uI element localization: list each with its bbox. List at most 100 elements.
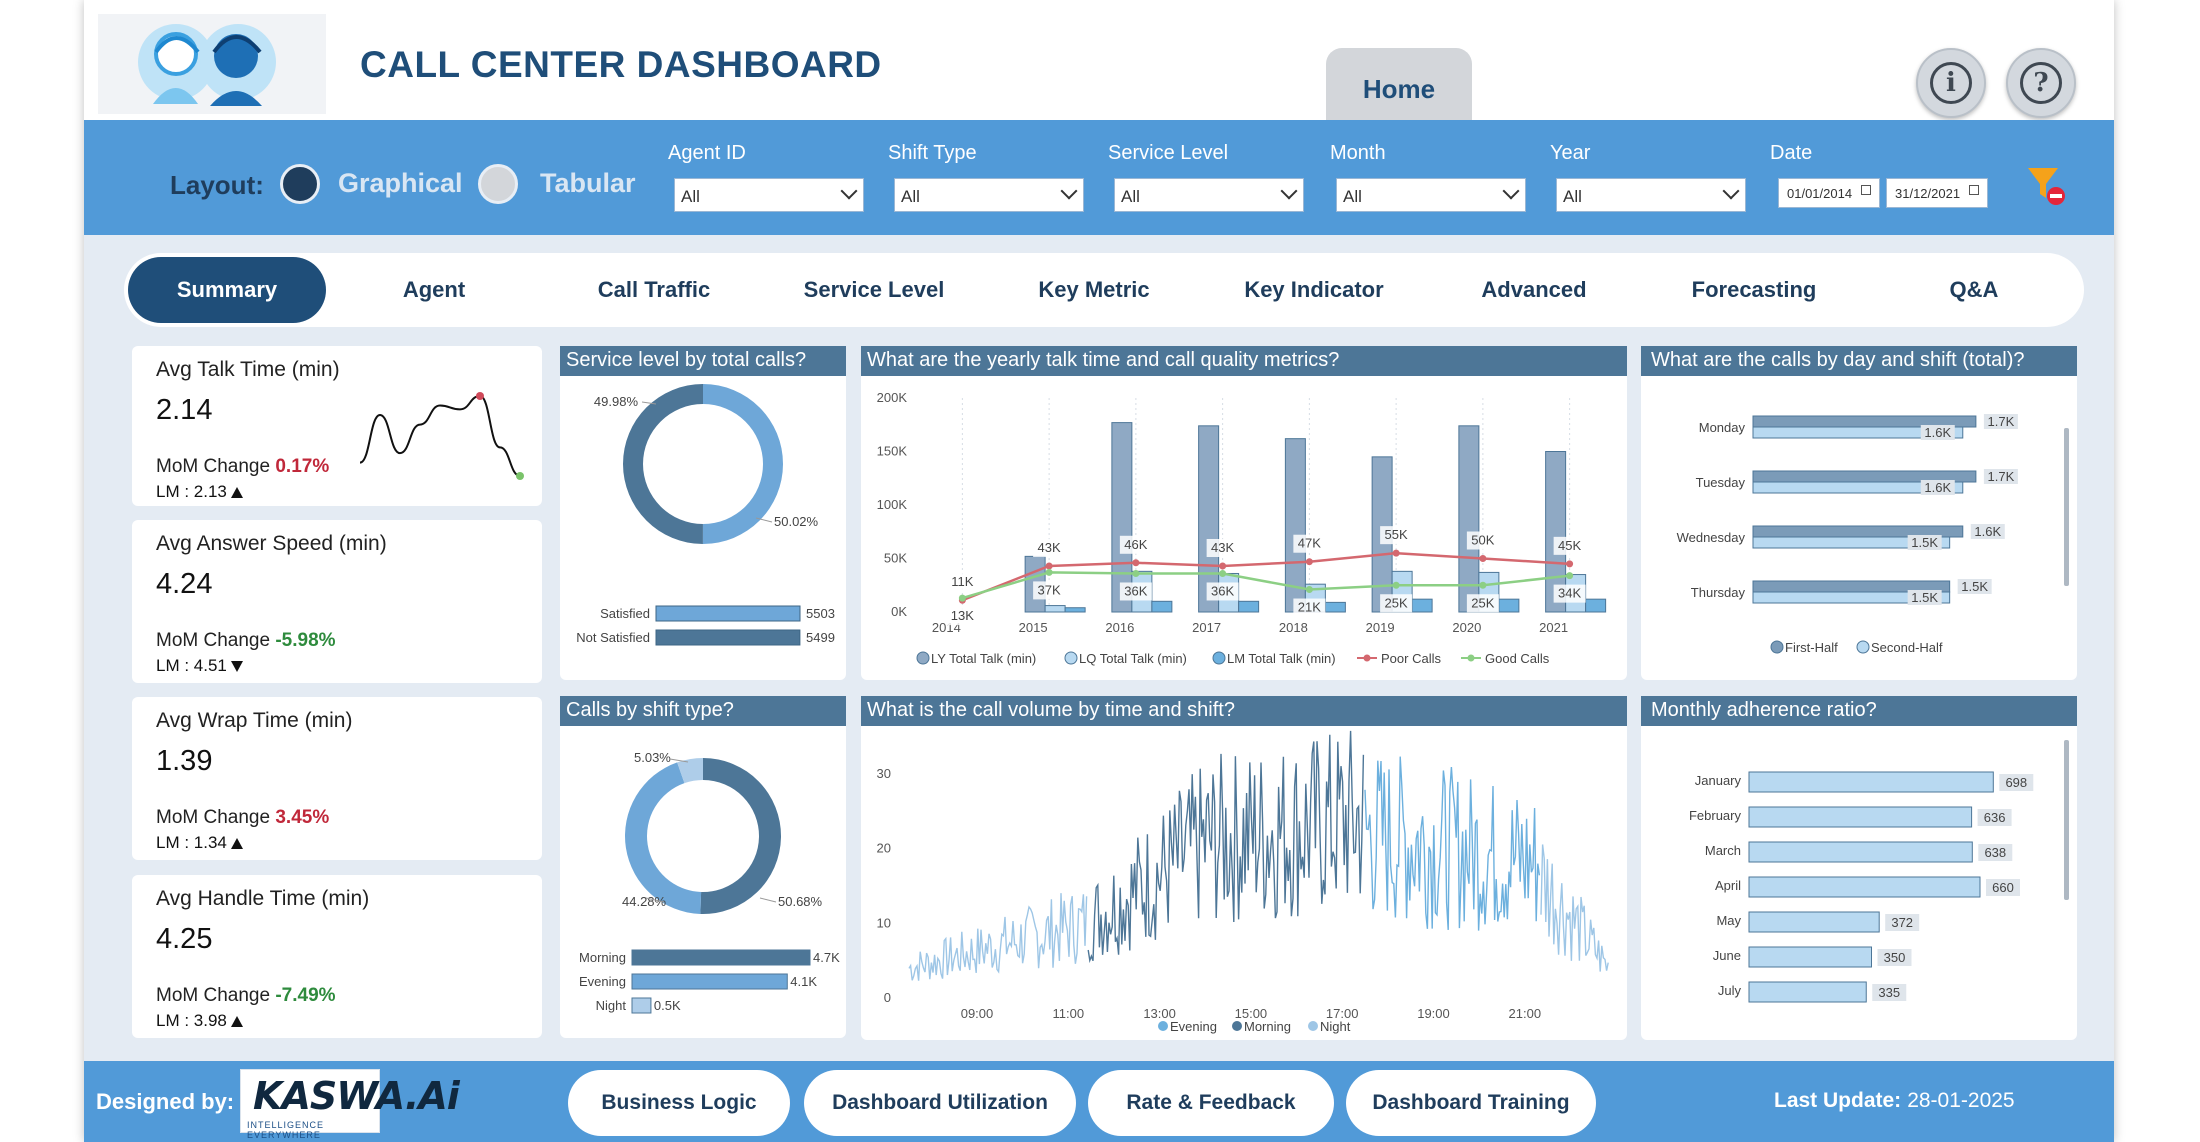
yearly-metrics-chart: 0K50K100K150K200K2014 2015 2016 2017 2018 201… [877,390,1607,666]
calendar-icon [1969,185,1979,195]
donut-label-morning: 50.68% [778,894,823,909]
legend-label: Night [1320,1019,1351,1034]
bar [1585,598,1607,613]
tab-key-metric[interactable]: Key Metric [994,253,1194,327]
info-button[interactable]: i [1916,48,1986,118]
tab-home[interactable]: Home [1326,48,1472,120]
x-tick-label: 2020 [1452,620,1481,635]
tab-summary[interactable]: Summary [128,257,326,323]
legend-marker [1212,651,1226,665]
tab-advanced[interactable]: Advanced [1434,253,1634,327]
kpi-change-value: 3.45% [275,807,330,828]
x-tick-label: 2015 [1019,620,1048,635]
legend-marker [1467,654,1475,662]
sparkline-last-point [516,472,524,480]
y-tick-label: 50K [884,551,907,566]
data-label: 636 [1984,810,2006,825]
bar-category-label: Tuesday [1696,475,1746,490]
bar-category-label: June [1713,948,1741,963]
layout-graphical-radio[interactable] [280,164,320,204]
bar-category-label: July [1718,983,1742,998]
trend-up-icon [230,1016,243,1028]
legend-label: Evening [1170,1019,1217,1034]
legend-marker [1856,640,1870,654]
data-label: 350 [1884,950,1906,965]
layout-tabular-label: Tabular [540,168,636,198]
data-label: 21K [1298,600,1321,615]
clear-filter-icon[interactable] [2024,164,2068,208]
bar [1748,806,1973,828]
bar-category-label: January [1695,773,1742,788]
data-label: 1.7K [1988,469,2015,484]
tab-qa[interactable]: Q&A [1874,253,2074,327]
x-tick-label: 09:00 [961,1006,994,1021]
kpi-card-talk-time: Avg Talk Time (min) 2.14 MoM Change 0.17… [132,346,542,506]
x-tick-label: 2017 [1192,620,1221,635]
kpi-card-wrap-time: Avg Wrap Time (min) 1.39 MoM Change 3.45… [132,697,542,860]
date-from-input[interactable]: 01/01/2014 [1778,178,1880,208]
layout-graphical-label: Graphical [338,168,463,198]
bar [1044,605,1066,613]
trend-up-icon [230,487,243,499]
layout-tabular-radio[interactable] [478,164,518,204]
bar [1748,981,1867,1003]
tab-forecasting[interactable]: Forecasting [1654,253,1854,327]
series-point [958,594,966,602]
year-select[interactable]: All [1556,178,1746,212]
data-label: 36K [1124,583,1147,598]
legend-label: Morning [1244,1019,1291,1034]
bar-value-label: 5503 [806,606,835,621]
shift-type-select[interactable]: All [894,178,1084,212]
data-label: 13K [951,608,974,623]
bar-category-label: May [1716,913,1741,928]
kpi-change: MoM Change -5.98% [156,630,336,652]
date-to-input[interactable]: 31/12/2021 [1886,178,1988,208]
y-tick-label: 10 [877,915,891,930]
series-point [1219,569,1227,577]
legend-marker [1308,1021,1318,1031]
kpi-last-month: LM : 2.13 [156,482,243,502]
data-label: 45K [1558,538,1581,553]
service-level-select[interactable]: All [1114,178,1304,212]
bar [1748,876,1981,898]
kpi-last-month: LM : 3.98 [156,1011,243,1031]
tab-call-traffic[interactable]: Call Traffic [554,253,754,327]
month-select[interactable]: All [1336,178,1526,212]
data-label: 1.6K [1924,480,1951,495]
date-to-value: 31/12/2021 [1895,186,1961,201]
service-level-chart: 49.98% 50.02% Satisfied 5503 Not Satisfied 54… [576,384,835,646]
legend-label: First-Half [1785,640,1838,655]
rate-feedback-button[interactable]: Rate & Feedback [1088,1070,1334,1136]
bar-category-label: Monday [1699,420,1746,435]
logo-text: KASWA.Ai [253,1074,460,1118]
app-logo [98,14,326,114]
bar [631,973,788,990]
kpi-value: 4.25 [156,923,213,955]
shift-type-label: Shift Type [888,142,977,164]
header: CALL CENTER DASHBOARD Home i ? [84,0,2114,120]
bar-category-label: Wednesday [1677,530,1746,545]
donut-label-satisfied: 50.02% [774,514,819,529]
tab-agent[interactable]: Agent [334,253,534,327]
dashboard-training-button[interactable]: Dashboard Training [1346,1070,1596,1136]
kaswa-logo: KASWA.Ai INTELLIGENCE EVERYWHERE [240,1069,460,1140]
data-label: 11K [951,574,973,589]
business-logic-button[interactable]: Business Logic [568,1070,790,1136]
bar [1748,946,1872,968]
help-button[interactable]: ? [2006,48,2076,118]
app-root: CALL CENTER DASHBOARD Home i ? Layout: G… [0,0,2200,1142]
dashboard-utilization-button[interactable]: Dashboard Utilization [804,1070,1076,1136]
series-point [1045,568,1053,576]
tab-key-indicator[interactable]: Key Indicator [1214,253,1414,327]
bar [1064,607,1086,613]
panel-title: What is the call volume by time and shif… [861,696,1627,726]
agent-id-select[interactable]: All [674,178,864,212]
tab-service-level[interactable]: Service Level [774,253,974,327]
kpi-change-label: MoM Change [156,807,271,828]
bar-category-label: Thursday [1691,585,1746,600]
adherence-chart: January 698 February 636 March 638 April 660 May… [1689,740,2069,1003]
panel-yearly-metrics: What are the yearly talk time and call q… [861,346,1627,680]
kpi-last-month: LM : 1.34 [156,833,243,853]
last-update-value: 28-01-2025 [1907,1089,2015,1112]
bar-category-label: February [1689,808,1742,823]
